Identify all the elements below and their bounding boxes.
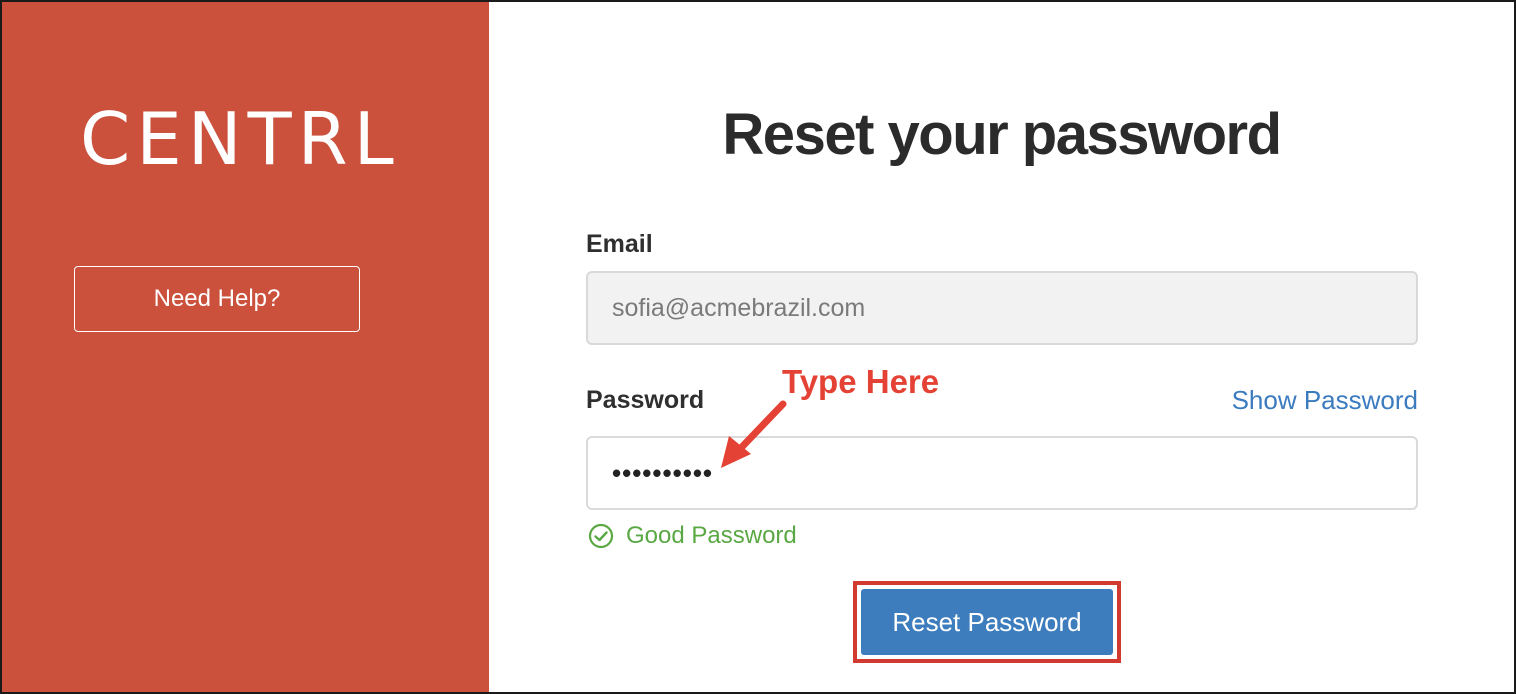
reset-password-form: Reset your password Email sofia@acmebraz… [489,2,1514,692]
arrow-icon [721,400,787,468]
centrl-logo: CENTRL [80,97,400,181]
email-label: Email [586,230,653,258]
email-value: sofia@acmebrazil.com [612,293,866,322]
password-label: Password [586,386,705,414]
password-value: •••••••••• [612,457,714,488]
page-title: Reset your password [722,102,1282,167]
email-field: sofia@acmebrazil.com [586,271,1418,345]
password-strength-text: Good Password [626,522,797,549]
login-window: CENTRL Need Help? Reset your password Em… [0,0,1516,694]
annotation-callout-text: Type Here [782,363,940,400]
need-help-button[interactable]: Need Help? [74,266,360,332]
reset-password-button[interactable]: Reset Password [861,589,1113,655]
password-strength: Good Password [588,520,797,552]
password-input[interactable]: •••••••••• [586,436,1418,510]
show-password-link[interactable]: Show Password [1232,385,1418,415]
brand-sidebar: CENTRL Need Help? [2,2,489,692]
check-circle-icon [588,523,614,549]
